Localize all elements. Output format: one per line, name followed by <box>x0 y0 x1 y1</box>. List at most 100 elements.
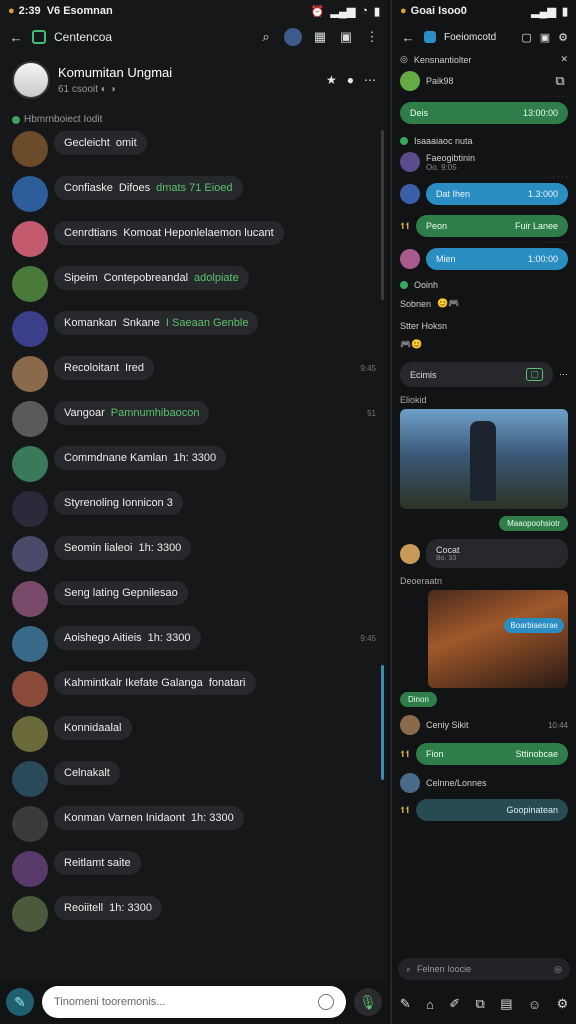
avatar[interactable] <box>284 28 302 46</box>
back-arrow-icon[interactable]: ← <box>8 29 24 45</box>
thread-search[interactable]: ⌕ Felnen Ioocie ◎ <box>398 958 570 980</box>
chat-row[interactable]: Konnidaalal <box>0 716 388 752</box>
chat-bubble[interactable]: Styrenoling Ionnicon 3 <box>54 491 183 515</box>
avatar[interactable] <box>12 626 48 662</box>
msg-2[interactable]: Dat Ihen 1.3:000 <box>392 183 576 205</box>
chat-row[interactable]: Seomin lialeoi 1h: 3300 <box>0 536 388 572</box>
pen-icon[interactable]: ✎ <box>400 996 411 1012</box>
scrollbar-thumb[interactable] <box>381 665 384 780</box>
message-input[interactable]: Tinomeni tooremonis... <box>42 986 346 1018</box>
chat-bubble[interactable]: Recoloitant Ired <box>54 356 155 380</box>
chat-row[interactable]: Recoloitant Ired 9:45 <box>0 356 388 392</box>
chat-bubble[interactable]: Gecleicht omit <box>54 131 147 155</box>
chat-row[interactable]: Seng lating Gepnilesao <box>0 581 388 617</box>
chat-row[interactable]: Vangoar Pamnumhibaocon 51 <box>0 401 388 437</box>
card[interactable]: Ecimis ▢ <box>400 362 553 387</box>
chat-bubble[interactable]: Komankan Snkane I Saeaan Genble <box>54 311 259 335</box>
chat-bubble[interactable]: Commdnane Kamlan 1h: 3300 <box>54 446 227 470</box>
msg-4[interactable]: Mien 1:00:00 <box>392 248 576 270</box>
msg-3[interactable]: 𝟏𝟏 Peon Fuir Lanee <box>392 215 576 237</box>
chat-bubble[interactable]: Konnidaalal <box>54 716 132 740</box>
section-4: Deoeraatn <box>392 576 576 586</box>
gear-icon[interactable]: ⚙ <box>557 996 569 1012</box>
chat-row[interactable]: Styrenoling Ionnicon 3 <box>0 491 388 527</box>
card-row[interactable]: Ecimis ▢ ⋯ <box>392 362 576 387</box>
avatar[interactable] <box>12 266 48 302</box>
avatar[interactable] <box>12 761 48 797</box>
avatar[interactable] <box>12 671 48 707</box>
community-header[interactable]: Komumitan Ungmai 61 csooit ◐ ◑ ★ ● ⋯ <box>0 52 388 108</box>
attach-icon[interactable]: ◎ <box>554 964 562 975</box>
avatar[interactable] <box>12 176 48 212</box>
more-horizontal-icon[interactable]: ⋯ <box>559 369 568 380</box>
chat-bubble[interactable]: Kahmintkalr Ikefate Galanga fonatari <box>54 671 256 695</box>
chat-bubble[interactable]: Aoishego Aitieis 1h: 3300 <box>54 626 201 650</box>
emoji-icon[interactable]: ☺ <box>528 997 541 1012</box>
chip[interactable]: Dinon <box>400 692 437 707</box>
chat-row[interactable]: Reitlamt saite <box>0 851 388 887</box>
chat-row[interactable]: Reoiitell 1h: 3300 <box>0 896 388 932</box>
pinned-row[interactable]: ◎ Kensnantiolter ✕ <box>392 54 576 65</box>
avatar[interactable] <box>12 716 48 752</box>
avatar[interactable] <box>12 851 48 887</box>
chat-bubble[interactable]: Reitlamt saite <box>54 851 141 875</box>
more-horizontal-icon[interactable]: ⋯ <box>364 73 376 87</box>
more-vertical-icon[interactable]: ⋮ <box>364 29 380 45</box>
chat-row[interactable]: Konman Varnen Inidaont 1h: 3300 <box>0 806 388 842</box>
camera-icon[interactable]: ▣ <box>540 31 550 44</box>
chat-bubble[interactable]: Konman Varnen Inidaont 1h: 3300 <box>54 806 244 830</box>
chat-row[interactable]: Commdnane Kamlan 1h: 3300 <box>0 446 388 482</box>
game-image-1[interactable] <box>400 409 568 509</box>
avatar[interactable] <box>12 806 48 842</box>
teal-msg[interactable]: 𝟏𝟏 Goopinatean <box>392 799 576 821</box>
brush-icon[interactable]: ✐ <box>449 996 460 1012</box>
attach-icon[interactable] <box>318 994 334 1010</box>
chat-row[interactable]: Komankan Snkane I Saeaan Genble <box>0 311 388 347</box>
chat-icon[interactable]: ▢ <box>521 31 531 44</box>
chat-bubble[interactable]: Vangoar Pamnumhibaocon <box>54 401 210 425</box>
avatar[interactable] <box>12 131 48 167</box>
chat-row[interactable]: Celnakalt <box>0 761 388 797</box>
game-image-2[interactable]: Boarbiaesrae <box>428 590 568 688</box>
avatar[interactable] <box>12 221 48 257</box>
chat-bubble[interactable]: Seomin lialeoi 1h: 3300 <box>54 536 192 560</box>
emoji-icon[interactable]: ✎ <box>6 988 34 1016</box>
copy-icon[interactable]: ⧉ <box>476 996 485 1012</box>
chat-bubble[interactable]: Confiaske Difoes dmats 71 Eioed <box>54 176 243 200</box>
avatar[interactable] <box>12 446 48 482</box>
avatar[interactable] <box>12 536 48 572</box>
chat-bubble[interactable]: Celnakalt <box>54 761 120 785</box>
chat-bubble[interactable]: Sipeim Contepobreandal adolpiate <box>54 266 249 290</box>
react-icon[interactable]: ● <box>347 73 354 87</box>
mic-icon[interactable]: 🎙 <box>354 988 382 1016</box>
msg-1[interactable]: Deis 13:00:00 <box>392 102 576 124</box>
avatar[interactable] <box>12 896 48 932</box>
chat-bubble[interactable]: Seng lating Gepnilesao <box>54 581 188 605</box>
home-icon[interactable]: ⌂ <box>426 997 434 1012</box>
chat-row[interactable]: Gecleicht omit <box>0 131 388 167</box>
avatar[interactable] <box>12 311 48 347</box>
avatar[interactable] <box>12 491 48 527</box>
image-icon[interactable]: ▤ <box>500 996 512 1012</box>
chat-bubble[interactable]: Cenrdtians Komoat Heponlelaemon lucant <box>54 221 284 245</box>
chat-row[interactable]: Confiaske Difoes dmats 71 Eioed <box>0 176 388 212</box>
copy-icon[interactable]: ⧉ <box>552 73 568 89</box>
avatar[interactable] <box>12 581 48 617</box>
chat-row[interactable]: Cenrdtians Komoat Heponlelaemon lucant <box>0 221 388 257</box>
chat-bubble[interactable]: Reoiitell 1h: 3300 <box>54 896 162 920</box>
btn-row-2[interactable]: 𝟏𝟏 Fion Sttinobcae <box>392 743 576 765</box>
search-icon[interactable]: ⌕ <box>258 29 274 45</box>
grid-icon[interactable]: ▦ <box>312 29 328 45</box>
chat-row[interactable]: Sipeim Contepobreandal adolpiate <box>0 266 388 302</box>
back-arrow-icon[interactable]: ← <box>400 29 416 45</box>
star-icon[interactable]: ★ <box>326 73 337 87</box>
settings-icon[interactable]: ⚙ <box>558 31 568 44</box>
chat-row[interactable]: Kahmintkalr Ikefate Galanga fonatari <box>0 671 388 707</box>
avatar[interactable] <box>12 401 48 437</box>
video-icon[interactable]: ▣ <box>338 29 354 45</box>
chip-row[interactable]: Dinon <box>392 692 576 707</box>
scrollbar-top[interactable] <box>381 130 384 300</box>
close-icon[interactable]: ✕ <box>560 54 568 65</box>
chat-row[interactable]: Aoishego Aitieis 1h: 3300 9:45 <box>0 626 388 662</box>
avatar[interactable] <box>12 356 48 392</box>
